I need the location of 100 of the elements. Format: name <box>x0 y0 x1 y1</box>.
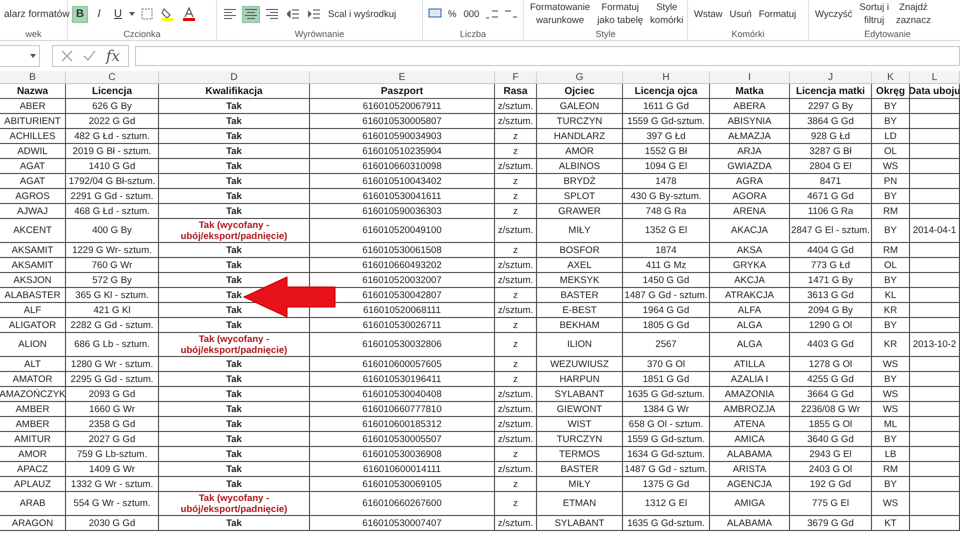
table-cell: APACZ <box>0 462 66 477</box>
table-cell: Tak (wycofany - ubój/eksport/padnięcie) <box>159 492 310 516</box>
table-cell: OL <box>872 144 910 159</box>
styles-button[interactable]: Formatowanie warunkowe <box>528 1 592 27</box>
column-letter[interactable]: G <box>537 71 623 84</box>
table-cell: 2014-04-1 <box>910 219 960 243</box>
table-cell: 616010530005507 <box>310 432 495 447</box>
edit-button[interactable]: Znajdź zaznacz <box>894 1 933 27</box>
ribbon-group-label: Style <box>594 28 616 40</box>
table-cell: 1352 G El <box>623 219 710 243</box>
column-letter[interactable]: C <box>66 71 159 84</box>
table-cell: KR <box>872 303 910 318</box>
table-cell: 2295 G Gd - sztum. <box>66 372 159 387</box>
table-cell: 616010600057605 <box>310 357 495 372</box>
column-letter[interactable]: F <box>495 71 537 84</box>
format-painter-label[interactable]: alarz formatów <box>4 8 70 20</box>
clear-button[interactable]: Wyczyść <box>813 8 854 20</box>
table-cell: GALEON <box>537 99 623 114</box>
edit-button[interactable]: Sortuj i filtruj <box>857 1 891 27</box>
column-letter[interactable]: J <box>790 71 872 84</box>
table-cell: 626 G By <box>66 99 159 114</box>
table-cell: ALABAMA <box>710 447 790 462</box>
table-cell: AKACJA <box>710 219 790 243</box>
formula-input[interactable] <box>135 46 960 66</box>
cells-button[interactable]: Formatuj <box>756 8 798 20</box>
font-style-button[interactable]: U <box>110 6 126 22</box>
table-cell: LD <box>872 129 910 144</box>
ribbon-group-label: Edytowanie <box>863 28 912 40</box>
table-cell <box>910 318 960 333</box>
table-cell: z/sztum. <box>495 402 537 417</box>
table-cell: 1280 G Wr - sztum. <box>66 357 159 372</box>
table-cell: z <box>495 243 537 258</box>
table-cell: 1805 G Gd <box>623 318 710 333</box>
table-cell: Tak <box>159 129 310 144</box>
font-style-button[interactable]: I <box>91 6 107 22</box>
table-cell: TURCZYN <box>537 114 623 129</box>
table-cell <box>910 516 960 531</box>
ribbon-group-label: Wyrównanie <box>294 28 346 40</box>
cells-button[interactable]: Wstaw <box>692 8 724 20</box>
table-cell: z <box>495 492 537 516</box>
table-cell: AMOR <box>0 447 66 462</box>
column-header: Kwalifikacja <box>159 84 310 99</box>
styles-button[interactable]: Style komórki <box>648 1 686 27</box>
table-cell <box>910 204 960 219</box>
table-cell: Tak <box>159 159 310 174</box>
table-cell: z/sztum. <box>495 462 537 477</box>
table-cell: BY <box>872 273 910 288</box>
table-cell: AKSJON <box>0 273 66 288</box>
table-cell: z/sztum. <box>495 219 537 243</box>
table-cell: ARENA <box>710 204 790 219</box>
font-color-icon[interactable] <box>180 6 198 22</box>
table-cell: 616010520067911 <box>310 99 495 114</box>
column-letter[interactable]: B <box>0 71 66 84</box>
fill-color-icon[interactable] <box>159 6 177 22</box>
table-cell <box>910 372 960 387</box>
insert-function-button[interactable]: fx <box>106 47 120 65</box>
table-cell: 8471 <box>790 174 872 189</box>
column-letter[interactable]: I <box>710 71 790 84</box>
align-icon[interactable] <box>242 6 260 22</box>
table-cell: z <box>495 372 537 387</box>
table-cell <box>910 273 960 288</box>
table-cell: 2282 G Gd - sztum. <box>66 318 159 333</box>
number-format-button[interactable]: % <box>446 8 458 20</box>
column-letter[interactable]: H <box>623 71 710 84</box>
table-cell: Tak <box>159 99 310 114</box>
column-letter[interactable]: K <box>872 71 910 84</box>
table-cell: AMBROZJA <box>710 402 790 417</box>
table-cell <box>910 243 960 258</box>
check-icon[interactable] <box>83 50 96 62</box>
table-cell: 2094 G By <box>790 303 872 318</box>
styles-button[interactable]: Formatuj jako tabelę <box>595 1 646 27</box>
table-cell: BY <box>872 372 910 387</box>
number-format-button[interactable]: 000 <box>461 8 482 20</box>
table-cell: Tak <box>159 417 310 432</box>
table-cell: z <box>495 288 537 303</box>
table-cell: HARPUN <box>537 372 623 387</box>
table-cell: RM <box>872 204 910 219</box>
table-cell: 2943 G El <box>790 447 872 462</box>
column-header: Licencja <box>66 84 159 99</box>
column-letter[interactable]: E <box>310 71 495 84</box>
table-cell <box>910 159 960 174</box>
table-cell: ARAB <box>0 492 66 516</box>
table-cell: AKSAMIT <box>0 243 66 258</box>
font-style-button[interactable]: B <box>72 6 88 22</box>
table-cell <box>910 114 960 129</box>
cells-button[interactable]: Usuń <box>728 8 754 20</box>
ribbon-group-label: Komórki <box>730 28 766 40</box>
column-letter[interactable]: D <box>159 71 310 84</box>
table-cell: 2291 G Gd - sztum. <box>66 189 159 204</box>
table-cell: ADWIL <box>0 144 66 159</box>
table-cell: 1874 <box>623 243 710 258</box>
table-cell: 3664 G Gd <box>790 387 872 402</box>
table-cell: 400 G By <box>66 219 159 243</box>
table-cell: BY <box>872 432 910 447</box>
column-letter[interactable]: L <box>910 71 960 84</box>
table-cell: 3287 G Bł <box>790 144 872 159</box>
table-cell: 3613 G Gd <box>790 288 872 303</box>
table-cell: AMBER <box>0 402 66 417</box>
table-cell: GWIAZDA <box>710 159 790 174</box>
merge-center-button[interactable]: Scal i wyśrodkuj <box>326 8 398 20</box>
